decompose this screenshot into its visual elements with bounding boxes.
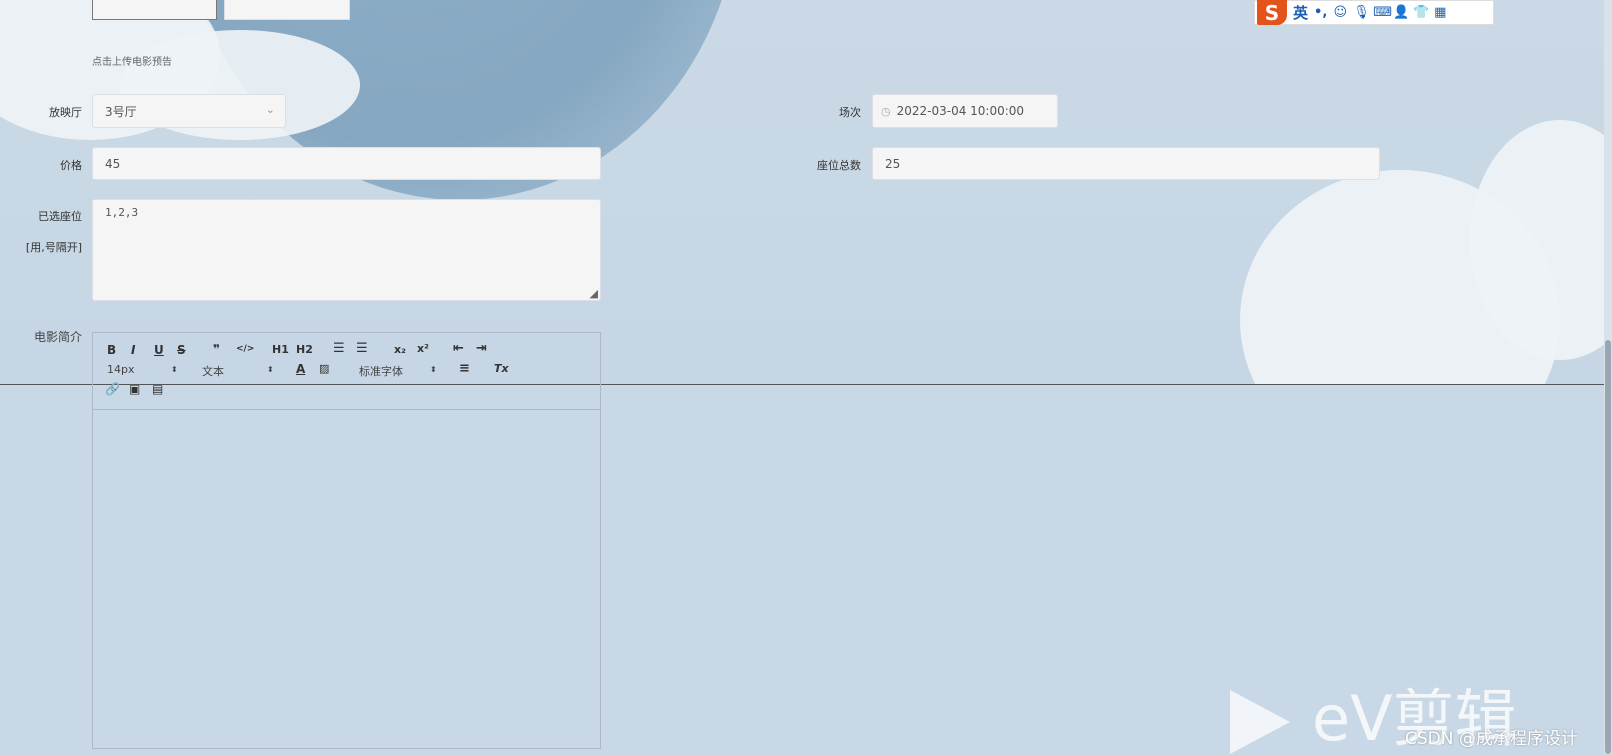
- bold-button[interactable]: B: [107, 343, 116, 357]
- subscript-button[interactable]: x₂: [394, 343, 406, 356]
- hall-label: 放映厅: [49, 106, 82, 119]
- link-icon[interactable]: 🔗: [105, 382, 120, 396]
- background-color-icon[interactable]: ▨: [319, 362, 329, 375]
- strike-button[interactable]: S: [177, 343, 186, 357]
- price-input[interactable]: 45: [92, 147, 601, 180]
- rich-text-editor[interactable]: B I U S ❞ </> H1 H2 ☰ ☰ x₂ x² ⇤ ⇥ 14px ⬍…: [92, 332, 601, 749]
- ime-punct-toggle[interactable]: •,: [1314, 5, 1327, 20]
- ordered-list-icon[interactable]: ☰: [333, 341, 345, 356]
- emoji-icon[interactable]: ☺: [1333, 5, 1347, 20]
- seats-total-input[interactable]: 25: [872, 147, 1380, 180]
- apps-icon[interactable]: ▦: [1433, 5, 1447, 20]
- hall-select[interactable]: 3号厅 ⌄: [92, 94, 286, 128]
- skin-icon[interactable]: 👕: [1413, 5, 1429, 20]
- user-icon[interactable]: 👤: [1393, 5, 1409, 20]
- mic-icon[interactable]: 🎙: [1353, 5, 1370, 20]
- clock-icon: ◷: [881, 104, 891, 118]
- superscript-button[interactable]: x²: [417, 342, 429, 355]
- font-family-arrow-icon: ⬍: [430, 365, 437, 374]
- header-select[interactable]: 文本: [202, 363, 224, 379]
- chevron-down-icon: ⌄: [265, 103, 275, 116]
- h2-button[interactable]: H2: [296, 343, 313, 356]
- h1-button[interactable]: H1: [272, 343, 289, 356]
- session-label: 场次: [839, 106, 861, 119]
- seats-total-value: 25: [885, 156, 901, 171]
- editor-content-area[interactable]: [93, 410, 600, 748]
- price-value: 45: [105, 156, 121, 171]
- font-family-select[interactable]: 标准字体: [359, 363, 403, 379]
- ime-toolbar[interactable]: S 英 •, ☺ 🎙 ⌨ 👤 👕 ▦: [1254, 0, 1494, 25]
- selected-seats-label: 已选座位: [38, 210, 82, 223]
- header-select-arrow-icon: ⬍: [267, 365, 274, 374]
- resize-handle-icon[interactable]: ◢: [590, 287, 598, 300]
- ev-logo-icon: [1230, 690, 1290, 754]
- blockquote-button[interactable]: ❞: [213, 342, 220, 356]
- image-icon[interactable]: ▣: [129, 382, 140, 396]
- ime-lang-toggle[interactable]: 英: [1293, 2, 1308, 23]
- seats-total-label: 座位总数: [817, 159, 861, 172]
- price-label: 价格: [60, 159, 82, 172]
- align-icon[interactable]: ≡: [459, 361, 470, 376]
- scrollbar-thumb[interactable]: [1605, 340, 1611, 754]
- upload-preview-box-2[interactable]: [224, 0, 350, 20]
- sogou-logo[interactable]: S: [1257, 0, 1287, 25]
- session-datetime-input[interactable]: ◷ 2022-03-04 10:00:00: [872, 94, 1058, 128]
- upload-preview-box[interactable]: [92, 0, 217, 20]
- intro-label: 电影简介: [33, 330, 82, 344]
- bullet-list-icon[interactable]: ☰: [356, 341, 368, 356]
- text-color-icon[interactable]: A: [296, 362, 305, 376]
- font-size-arrow-icon: ⬍: [171, 365, 178, 374]
- scrollbar[interactable]: [1604, 0, 1612, 754]
- clear-format-button[interactable]: Tx: [494, 362, 509, 375]
- selected-seats-value: 1,2,3: [105, 206, 139, 219]
- underline-button[interactable]: U: [154, 343, 164, 357]
- italic-button[interactable]: I: [131, 343, 135, 357]
- hall-select-value: 3号厅: [105, 104, 137, 119]
- outdent-icon[interactable]: ⇤: [453, 341, 464, 356]
- selected-seats-sublabel: [用,号隔开]: [25, 241, 82, 254]
- selected-seats-textarea[interactable]: 1,2,3 ◢: [92, 199, 601, 301]
- background-upper: [0, 0, 1612, 385]
- indent-icon[interactable]: ⇥: [476, 341, 487, 356]
- video-icon[interactable]: ▤: [152, 382, 163, 396]
- upload-trailer-hint: 点击上传电影预告: [92, 57, 172, 68]
- csdn-watermark: CSDN @成承程序设计: [1405, 729, 1578, 749]
- editor-toolbar: B I U S ❞ </> H1 H2 ☰ ☰ x₂ x² ⇤ ⇥ 14px ⬍…: [93, 333, 600, 410]
- keyboard-icon[interactable]: ⌨: [1373, 5, 1392, 20]
- code-block-button[interactable]: </>: [236, 344, 254, 354]
- session-value: 2022-03-04 10:00:00: [896, 104, 1025, 118]
- font-size-select[interactable]: 14px: [107, 363, 135, 376]
